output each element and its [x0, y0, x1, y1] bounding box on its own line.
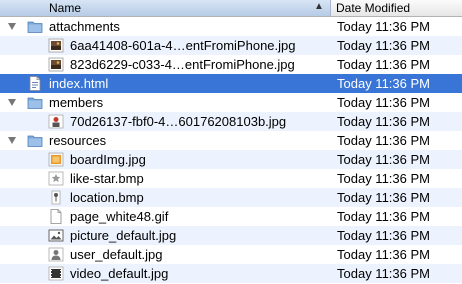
date-modified: Today 11:36 PM [337, 114, 430, 129]
column-header-bar: Name ▲ Date Modified [0, 0, 462, 17]
file-name: members [49, 95, 104, 110]
disclosure-triangle-icon[interactable] [8, 23, 16, 30]
date-modified: Today 11:36 PM [337, 228, 430, 243]
folder-icon [27, 133, 43, 148]
date-modified: Today 11:36 PM [337, 57, 430, 72]
board-image-icon [48, 152, 64, 167]
file-name: resources [49, 133, 107, 148]
disclosure-triangle-icon[interactable] [8, 137, 16, 144]
sort-ascending-icon: ▲ [314, 1, 324, 12]
file-row[interactable]: 70d26137-fbf0-4…60176208103b.jpg Today 11… [0, 112, 462, 131]
jpeg-image-icon [48, 57, 64, 72]
html-document-icon [27, 76, 43, 91]
file-row[interactable]: like-star.bmp Today 11:36 PM [0, 169, 462, 188]
file-row[interactable]: picture_default.jpg Today 11:36 PM [0, 226, 462, 245]
name-column-header[interactable]: Name ▲ [0, 0, 331, 16]
date-modified: Today 11:36 PM [337, 133, 430, 148]
folder-row[interactable]: attachments Today 11:36 PM [0, 17, 462, 36]
file-name: 70d26137-fbf0-4…60176208103b.jpg [70, 114, 287, 129]
file-browser: Name ▲ Date Modified attachments Today 11… [0, 0, 462, 283]
file-row[interactable]: video_default.jpg Today 11:36 PM [0, 264, 462, 283]
file-row[interactable]: index.html Today 11:36 PM [0, 74, 462, 93]
user-image-icon [48, 247, 64, 262]
file-name: page_white48.gif [70, 209, 169, 224]
date-modified: Today 11:36 PM [337, 95, 430, 110]
folder-row[interactable]: members Today 11:36 PM [0, 93, 462, 112]
location-pin-icon [48, 190, 64, 205]
name-column-label: Name [49, 1, 82, 15]
disclosure-triangle-icon[interactable] [8, 99, 16, 106]
file-name: like-star.bmp [70, 171, 144, 186]
jpeg-image-icon [48, 38, 64, 53]
date-modified-column-label: Date Modified [336, 1, 411, 15]
date-modified: Today 11:36 PM [337, 266, 430, 281]
file-row[interactable]: user_default.jpg Today 11:36 PM [0, 245, 462, 264]
picture-icon [48, 228, 64, 243]
date-modified: Today 11:36 PM [337, 38, 430, 53]
file-name: user_default.jpg [70, 247, 163, 262]
date-modified: Today 11:36 PM [337, 209, 430, 224]
date-modified: Today 11:36 PM [337, 247, 430, 262]
star-image-icon [48, 171, 64, 186]
date-modified: Today 11:36 PM [337, 190, 430, 205]
blank-page-icon [48, 209, 64, 224]
avatar-image-icon [48, 114, 64, 129]
date-modified: Today 11:36 PM [337, 76, 430, 91]
file-list: attachments Today 11:36 PM 6aa41408-601a-4… [0, 17, 462, 283]
file-row[interactable]: location.bmp Today 11:36 PM [0, 188, 462, 207]
folder-icon [27, 19, 43, 34]
file-name: boardImg.jpg [70, 152, 146, 167]
file-name: attachments [49, 19, 120, 34]
file-name: index.html [49, 76, 109, 91]
file-row[interactable]: 823d6229-c033-4…entFromiPhone.jpg Today 1… [0, 55, 462, 74]
file-row[interactable]: page_white48.gif Today 11:36 PM [0, 207, 462, 226]
folder-row[interactable]: resources Today 11:36 PM [0, 131, 462, 150]
file-name: picture_default.jpg [70, 228, 177, 243]
file-name: 6aa41408-601a-4…entFromiPhone.jpg [70, 38, 296, 53]
file-row[interactable]: 6aa41408-601a-4…entFromiPhone.jpg Today 1… [0, 36, 462, 55]
date-modified: Today 11:36 PM [337, 152, 430, 167]
file-name: location.bmp [70, 190, 144, 205]
file-name: video_default.jpg [70, 266, 169, 281]
date-modified: Today 11:36 PM [337, 19, 430, 34]
date-modified: Today 11:36 PM [337, 171, 430, 186]
file-row[interactable]: boardImg.jpg Today 11:36 PM [0, 150, 462, 169]
date-modified-column-header[interactable]: Date Modified [331, 0, 462, 16]
file-name: 823d6229-c033-4…entFromiPhone.jpg [70, 57, 295, 72]
video-icon [48, 266, 64, 281]
folder-icon [27, 95, 43, 110]
